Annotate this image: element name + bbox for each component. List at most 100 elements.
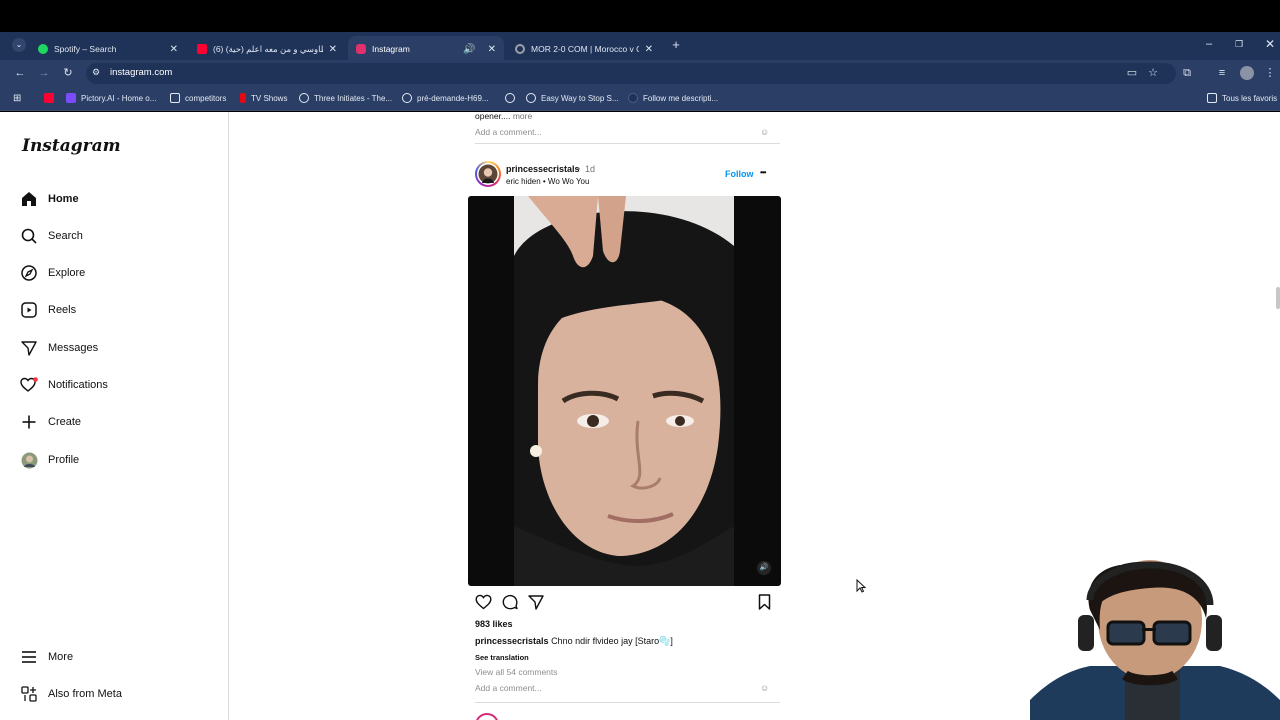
extensions-icon[interactable]: ⧉ bbox=[1180, 66, 1194, 80]
profile-avatar-icon[interactable] bbox=[1240, 66, 1254, 80]
nav-reels[interactable]: Reels bbox=[20, 299, 76, 321]
nav-profile[interactable]: Profile bbox=[20, 449, 79, 471]
address-bar[interactable]: ⚙ instagram.com bbox=[86, 63, 1176, 84]
post-options-icon[interactable]: ••• bbox=[760, 168, 766, 177]
post-header: princessecristals • 1d eric hiden • Wo W… bbox=[468, 158, 782, 192]
media-controls-icon[interactable]: ≡ bbox=[1215, 66, 1229, 80]
video-frame bbox=[514, 196, 734, 586]
bookmark-pictory[interactable]: Pictory.AI - Home o... bbox=[66, 93, 156, 103]
bookmark-easy-way[interactable]: Easy Way to Stop S... bbox=[526, 93, 619, 103]
plus-icon bbox=[20, 413, 38, 431]
bookmark-label: Tous les favoris bbox=[1222, 93, 1278, 103]
post-time: 1d bbox=[585, 164, 596, 174]
comment-icon[interactable] bbox=[502, 594, 518, 610]
bookmark-label: TV Shows bbox=[251, 93, 288, 103]
reels-icon bbox=[20, 301, 38, 319]
nav-create[interactable]: Create bbox=[20, 411, 81, 433]
more-link[interactable]: more bbox=[513, 111, 532, 121]
menu-kebab-icon[interactable]: ⋮ bbox=[1263, 66, 1277, 80]
scrollbar-thumb[interactable] bbox=[1276, 287, 1280, 309]
url-text: instagram.com bbox=[110, 67, 173, 78]
bookmark-follow-me[interactable]: Follow me descripti... bbox=[628, 93, 718, 103]
view-comments-link[interactable]: View all 54 comments bbox=[475, 667, 558, 677]
tab-title: MOR 2-0 COM | Morocco v Co bbox=[531, 44, 639, 54]
save-icon[interactable] bbox=[758, 594, 771, 610]
meta-apps-icon bbox=[20, 685, 38, 703]
post-username[interactable]: princessecristals bbox=[506, 164, 580, 174]
nav-label: Also from Meta bbox=[48, 688, 122, 700]
likes-count[interactable]: 983 likes bbox=[475, 619, 513, 629]
tab-title: (6) الطاوسي و من معه اعلم (حية) bbox=[213, 43, 323, 54]
close-tab-icon[interactable]: ✕ bbox=[329, 44, 337, 55]
bookmark-tv-shows[interactable]: TV Shows bbox=[240, 93, 287, 103]
bookmark-youtube[interactable] bbox=[44, 93, 59, 103]
post-video[interactable]: 🔊 bbox=[468, 196, 781, 586]
mute-icon[interactable]: 🔊 bbox=[757, 561, 771, 575]
pictory-icon bbox=[66, 93, 76, 103]
emoji-icon[interactable]: ☺ bbox=[760, 683, 769, 693]
like-icon[interactable] bbox=[475, 594, 492, 610]
forward-icon[interactable]: → bbox=[37, 66, 51, 80]
add-comment-field[interactable]: Add a comment... bbox=[475, 683, 542, 693]
globe-icon bbox=[505, 93, 515, 103]
bookmark-pre-demande[interactable]: pré-demande-H69... bbox=[402, 93, 489, 103]
close-tab-icon[interactable]: ✕ bbox=[488, 44, 496, 55]
bookmark-label: Easy Way to Stop S... bbox=[541, 93, 619, 103]
bookmark-globe[interactable] bbox=[505, 93, 520, 103]
search-icon bbox=[20, 227, 38, 245]
tab-spotify[interactable]: Spotify – Search ✕ bbox=[30, 36, 186, 62]
nav-search[interactable]: Search bbox=[20, 225, 83, 247]
share-icon[interactable] bbox=[528, 594, 544, 610]
post-audio[interactable]: eric hiden • Wo Wo You bbox=[506, 177, 589, 186]
nav-notifications[interactable]: Notifications bbox=[20, 374, 108, 396]
close-tab-icon[interactable]: ✕ bbox=[170, 44, 178, 55]
apps-grid-icon[interactable]: ⊞ bbox=[13, 93, 21, 104]
youtube-favicon bbox=[197, 44, 207, 54]
nav-messages[interactable]: Messages bbox=[20, 337, 98, 359]
youtube-icon bbox=[44, 93, 54, 103]
explore-icon bbox=[20, 264, 38, 282]
minimize-icon[interactable]: – bbox=[1202, 37, 1216, 51]
follow-button[interactable]: Follow bbox=[725, 169, 754, 179]
bookmark-competitors[interactable]: competitors bbox=[170, 93, 226, 103]
bookmark-label: competitors bbox=[185, 93, 227, 103]
caption-username[interactable]: princessecristals bbox=[475, 636, 549, 646]
browser-tab-strip: ⌄ Spotify – Search ✕ (6) الطاوسي و من مع… bbox=[0, 32, 1280, 62]
restore-icon[interactable]: ❐ bbox=[1232, 37, 1246, 51]
nav-more[interactable]: More bbox=[20, 646, 73, 668]
caption-text: opener.... bbox=[475, 111, 511, 121]
speaker-icon[interactable]: 🔊 bbox=[463, 44, 475, 55]
globe-icon bbox=[402, 93, 412, 103]
site-info-icon[interactable]: ⚙ bbox=[92, 67, 100, 78]
close-window-icon[interactable]: ✕ bbox=[1263, 37, 1277, 51]
instagram-logo[interactable]: Instagram bbox=[22, 136, 121, 156]
see-translation-link[interactable]: See translation bbox=[475, 653, 529, 662]
instagram-sidebar: Instagram Home Search Explore Reels Mess… bbox=[0, 112, 229, 720]
hamburger-icon bbox=[20, 648, 38, 666]
bookmark-three-initiates[interactable]: Three Initiates - The... bbox=[299, 93, 392, 103]
post-avatar[interactable] bbox=[475, 161, 501, 187]
reload-icon[interactable]: ↻ bbox=[61, 66, 75, 80]
nav-home[interactable]: Home bbox=[20, 188, 79, 210]
nav-label: Notifications bbox=[48, 379, 108, 391]
nav-also-from-meta[interactable]: Also from Meta bbox=[20, 683, 122, 705]
new-tab-icon[interactable]: + bbox=[669, 38, 683, 52]
prev-post-add-comment[interactable]: Add a comment... bbox=[475, 127, 542, 137]
tab-search-chevron-icon[interactable]: ⌄ bbox=[12, 38, 26, 52]
tab-instagram[interactable]: Instagram 🔊 ✕ bbox=[348, 36, 504, 62]
bookmarks-bar: ⊞ Pictory.AI - Home o... competitors TV … bbox=[0, 87, 1280, 111]
nav-explore[interactable]: Explore bbox=[20, 262, 85, 284]
bookmark-star-icon[interactable]: ☆ bbox=[1146, 66, 1160, 80]
messages-icon bbox=[20, 339, 38, 357]
folder-icon bbox=[170, 93, 180, 103]
globe-icon bbox=[299, 93, 309, 103]
bookmark-all-favorites[interactable]: Tous les favoris bbox=[1207, 93, 1277, 103]
back-icon[interactable]: ← bbox=[13, 66, 27, 80]
tab-match[interactable]: MOR 2-0 COM | Morocco v Co ✕ bbox=[507, 36, 661, 62]
tab-youtube[interactable]: (6) الطاوسي و من معه اعلم (حية) ✕ bbox=[189, 36, 345, 62]
webcam-overlay bbox=[1030, 560, 1280, 720]
close-tab-icon[interactable]: ✕ bbox=[645, 44, 653, 55]
install-app-icon[interactable]: ▭ bbox=[1125, 66, 1139, 80]
emoji-icon[interactable]: ☺ bbox=[760, 127, 769, 137]
post-divider bbox=[475, 143, 780, 144]
